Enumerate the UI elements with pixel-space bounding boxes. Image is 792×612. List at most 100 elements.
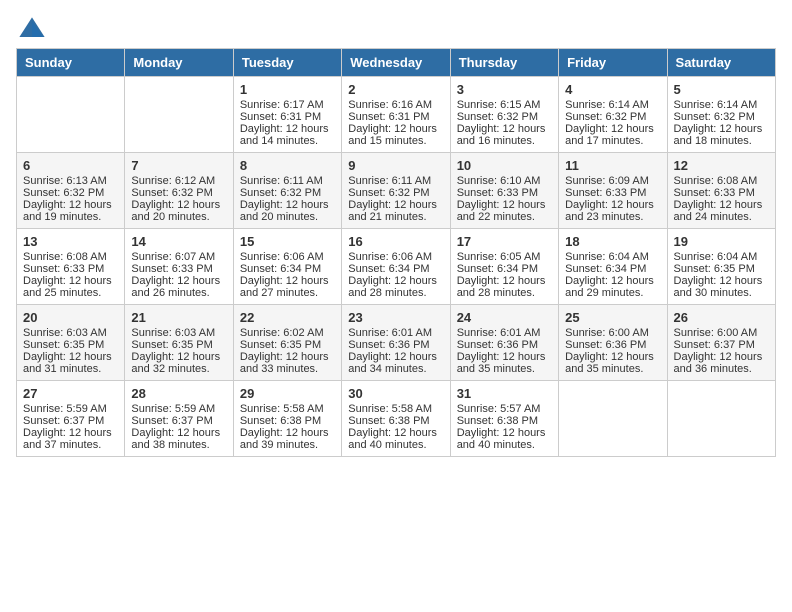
sunset-text: Sunset: 6:32 PM (131, 187, 226, 199)
daylight-text: Daylight: 12 hours and 30 minutes. (674, 275, 769, 299)
sunset-text: Sunset: 6:32 PM (565, 111, 660, 123)
sunrise-text: Sunrise: 6:13 AM (23, 175, 118, 187)
sunrise-text: Sunrise: 6:01 AM (457, 327, 552, 339)
sunrise-text: Sunrise: 6:01 AM (348, 327, 443, 339)
calendar-cell: 29Sunrise: 5:58 AMSunset: 6:38 PMDayligh… (233, 381, 341, 457)
day-number: 22 (240, 310, 335, 325)
daylight-text: Daylight: 12 hours and 14 minutes. (240, 123, 335, 147)
calendar-cell: 27Sunrise: 5:59 AMSunset: 6:37 PMDayligh… (17, 381, 125, 457)
day-number: 8 (240, 158, 335, 173)
sunrise-text: Sunrise: 5:58 AM (348, 403, 443, 415)
sunset-text: Sunset: 6:35 PM (674, 263, 769, 275)
day-number: 19 (674, 234, 769, 249)
day-number: 23 (348, 310, 443, 325)
daylight-text: Daylight: 12 hours and 32 minutes. (131, 351, 226, 375)
sunrise-text: Sunrise: 6:09 AM (565, 175, 660, 187)
calendar-cell: 18Sunrise: 6:04 AMSunset: 6:34 PMDayligh… (559, 229, 667, 305)
sunset-text: Sunset: 6:31 PM (240, 111, 335, 123)
day-number: 4 (565, 82, 660, 97)
weekday-header-saturday: Saturday (667, 49, 775, 77)
calendar-week-row: 13Sunrise: 6:08 AMSunset: 6:33 PMDayligh… (17, 229, 776, 305)
calendar-cell: 28Sunrise: 5:59 AMSunset: 6:37 PMDayligh… (125, 381, 233, 457)
weekday-header-sunday: Sunday (17, 49, 125, 77)
sunset-text: Sunset: 6:34 PM (348, 263, 443, 275)
weekday-header-tuesday: Tuesday (233, 49, 341, 77)
page-header (16, 16, 776, 44)
day-number: 18 (565, 234, 660, 249)
sunrise-text: Sunrise: 6:00 AM (674, 327, 769, 339)
sunrise-text: Sunrise: 6:00 AM (565, 327, 660, 339)
sunset-text: Sunset: 6:32 PM (23, 187, 118, 199)
sunset-text: Sunset: 6:32 PM (674, 111, 769, 123)
daylight-text: Daylight: 12 hours and 31 minutes. (23, 351, 118, 375)
daylight-text: Daylight: 12 hours and 19 minutes. (23, 199, 118, 223)
daylight-text: Daylight: 12 hours and 21 minutes. (348, 199, 443, 223)
calendar-cell: 7 Sunrise: 6:12 AMSunset: 6:32 PMDaylight… (125, 153, 233, 229)
sunrise-text: Sunrise: 6:08 AM (23, 251, 118, 263)
calendar-cell: 17Sunrise: 6:05 AMSunset: 6:34 PMDayligh… (450, 229, 558, 305)
day-number: 27 (23, 386, 118, 401)
daylight-text: Daylight: 12 hours and 40 minutes. (348, 427, 443, 451)
day-number: 14 (131, 234, 226, 249)
day-number: 25 (565, 310, 660, 325)
weekday-header-thursday: Thursday (450, 49, 558, 77)
calendar-cell (559, 381, 667, 457)
daylight-text: Daylight: 12 hours and 28 minutes. (348, 275, 443, 299)
daylight-text: Daylight: 12 hours and 29 minutes. (565, 275, 660, 299)
sunrise-text: Sunrise: 6:14 AM (565, 99, 660, 111)
daylight-text: Daylight: 12 hours and 23 minutes. (565, 199, 660, 223)
sunset-text: Sunset: 6:33 PM (131, 263, 226, 275)
calendar-cell: 14Sunrise: 6:07 AMSunset: 6:33 PMDayligh… (125, 229, 233, 305)
day-number: 2 (348, 82, 443, 97)
calendar-cell: 8Sunrise: 6:11 AMSunset: 6:32 PMDaylight… (233, 153, 341, 229)
logo (16, 16, 46, 44)
sunrise-text: Sunrise: 6:02 AM (240, 327, 335, 339)
calendar-cell: 6Sunrise: 6:13 AMSunset: 6:32 PMDaylight… (17, 153, 125, 229)
day-number: 7 (131, 158, 226, 173)
sunrise-text: Sunrise: 5:58 AM (240, 403, 335, 415)
calendar-week-row: 6Sunrise: 6:13 AMSunset: 6:32 PMDaylight… (17, 153, 776, 229)
sunrise-text: Sunrise: 6:11 AM (240, 175, 335, 187)
calendar-week-row: 1Sunrise: 6:17 AMSunset: 6:31 PMDaylight… (17, 77, 776, 153)
weekday-header-row: SundayMondayTuesdayWednesdayThursdayFrid… (17, 49, 776, 77)
sunset-text: Sunset: 6:38 PM (240, 415, 335, 427)
calendar-cell: 19 Sunrise: 6:04 AMSunset: 6:35 PMDayligh… (667, 229, 775, 305)
sunrise-text: Sunrise: 6:15 AM (457, 99, 552, 111)
sunrise-text: Sunrise: 6:10 AM (457, 175, 552, 187)
daylight-text: Daylight: 12 hours and 25 minutes. (23, 275, 118, 299)
sunrise-text: Sunrise: 5:57 AM (457, 403, 552, 415)
calendar-cell: 31Sunrise: 5:57 AMSunset: 6:38 PMDayligh… (450, 381, 558, 457)
sunrise-text: Sunrise: 6:08 AM (674, 175, 769, 187)
day-number: 30 (348, 386, 443, 401)
daylight-text: Daylight: 12 hours and 17 minutes. (565, 123, 660, 147)
daylight-text: Daylight: 12 hours and 20 minutes. (131, 199, 226, 223)
sunset-text: Sunset: 6:36 PM (348, 339, 443, 351)
day-number: 24 (457, 310, 552, 325)
calendar-cell: 11 Sunrise: 6:09 AMSunset: 6:33 PMDayligh… (559, 153, 667, 229)
sunrise-text: Sunrise: 6:05 AM (457, 251, 552, 263)
sunrise-text: Sunrise: 6:16 AM (348, 99, 443, 111)
day-number: 28 (131, 386, 226, 401)
calendar-cell: 3Sunrise: 6:15 AMSunset: 6:32 PMDaylight… (450, 77, 558, 153)
sunrise-text: Sunrise: 6:11 AM (348, 175, 443, 187)
day-number: 11 (565, 158, 660, 173)
sunrise-text: Sunrise: 6:06 AM (240, 251, 335, 263)
sunset-text: Sunset: 6:38 PM (348, 415, 443, 427)
day-number: 1 (240, 82, 335, 97)
sunset-text: Sunset: 6:33 PM (565, 187, 660, 199)
sunrise-text: Sunrise: 6:12 AM (131, 175, 226, 187)
day-number: 21 (131, 310, 226, 325)
daylight-text: Daylight: 12 hours and 26 minutes. (131, 275, 226, 299)
sunset-text: Sunset: 6:37 PM (674, 339, 769, 351)
sunset-text: Sunset: 6:32 PM (348, 187, 443, 199)
daylight-text: Daylight: 12 hours and 35 minutes. (457, 351, 552, 375)
sunset-text: Sunset: 6:32 PM (240, 187, 335, 199)
day-number: 12 (674, 158, 769, 173)
weekday-header-wednesday: Wednesday (342, 49, 450, 77)
sunset-text: Sunset: 6:35 PM (131, 339, 226, 351)
sunset-text: Sunset: 6:36 PM (457, 339, 552, 351)
calendar-cell: 12Sunrise: 6:08 AMSunset: 6:33 PMDayligh… (667, 153, 775, 229)
calendar-cell (17, 77, 125, 153)
calendar-cell: 20Sunrise: 6:03 AMSunset: 6:35 PMDayligh… (17, 305, 125, 381)
sunrise-text: Sunrise: 6:04 AM (674, 251, 769, 263)
